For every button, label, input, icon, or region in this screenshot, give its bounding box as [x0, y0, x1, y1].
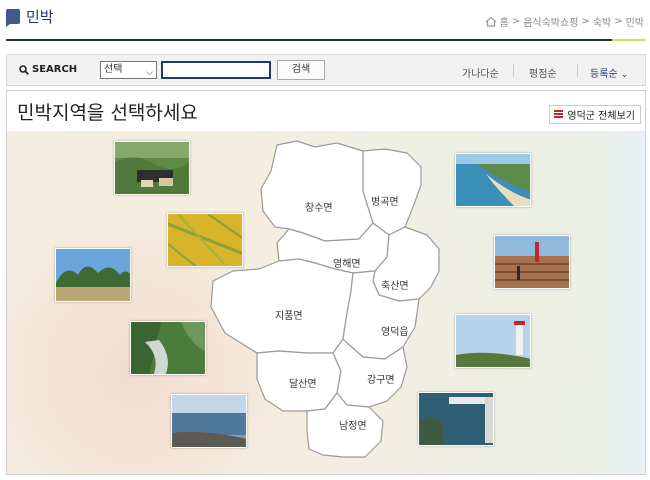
view-all-button[interactable]: 영덕군 전체보기 — [549, 105, 641, 124]
home-icon[interactable] — [485, 16, 497, 27]
sort-alphabetical[interactable]: 가나다순 — [462, 65, 499, 80]
sort-registered-label: 등록순 — [590, 69, 618, 80]
main-panel: 민박지역을 선택하세요 영덕군 전체보기 창수면 병곡면 영해면 축산면 지품면… — [6, 90, 646, 475]
sort-rating[interactable]: 평점순 — [529, 65, 557, 80]
sort-registered[interactable]: 등록순 ⌄ — [590, 65, 628, 80]
district-label-byeonggok[interactable]: 병곡면 — [371, 193, 399, 208]
header-divider-accent — [612, 39, 646, 41]
district-label-jipum[interactable]: 지품면 — [275, 307, 303, 322]
breadcrumb-item-lodging[interactable]: 숙박 — [593, 14, 611, 29]
search-label: SEARCH — [19, 64, 77, 75]
view-all-label: 영덕군 전체보기 — [567, 111, 635, 122]
list-icon — [554, 110, 564, 119]
chevron-down-icon: ⌄ — [620, 70, 629, 80]
district-map — [210, 140, 440, 458]
breadcrumb-item-food[interactable]: 음식숙박쇼핑 — [523, 14, 578, 29]
page-header: 민박 홈 > 음식숙박쇼핑 > 숙박 > 민박 — [0, 0, 650, 42]
district-label-changsu[interactable]: 창수면 — [305, 199, 333, 214]
chevron-down-icon: ⌵ — [146, 68, 153, 78]
breadcrumb-item-minbak[interactable]: 민박 — [626, 14, 644, 29]
search-icon — [19, 64, 29, 75]
sort-divider — [577, 64, 578, 77]
breadcrumb-separator: > — [581, 16, 590, 27]
header-divider — [6, 39, 646, 41]
title-wrap: 민박 — [6, 6, 54, 27]
sort-divider — [513, 64, 514, 77]
breadcrumb-item-home[interactable]: 홈 — [500, 14, 509, 29]
search-bar: SEARCH 선택 ⌵ 검색 가나다순 평점순 등록순 ⌄ — [6, 54, 646, 86]
breadcrumb-separator: > — [614, 16, 623, 27]
district-jipum[interactable] — [210, 258, 354, 354]
breadcrumb: 홈 > 음식숙박쇼핑 > 숙박 > 민박 — [485, 14, 644, 29]
district-label-chuksan[interactable]: 축산면 — [381, 277, 409, 292]
district-label-yeonghae[interactable]: 영해면 — [333, 255, 361, 270]
page-title: 민박 — [26, 8, 54, 26]
region-map-area: 창수면 병곡면 영해면 축산면 지품면 영덕읍 달산면 강구면 남정면 — [7, 131, 645, 474]
breadcrumb-separator: > — [511, 16, 521, 27]
district-label-ganggu[interactable]: 강구면 — [367, 371, 395, 386]
district-label-dalsan[interactable]: 달산면 — [289, 375, 317, 390]
search-select-value: 선택 — [104, 64, 123, 75]
search-button[interactable]: 검색 — [277, 60, 325, 80]
region-heading: 민박지역을 선택하세요 — [17, 102, 198, 124]
search-category-select[interactable]: 선택 ⌵ — [100, 61, 157, 79]
speech-bubble-icon — [6, 9, 20, 27]
search-input[interactable] — [161, 61, 271, 79]
search-label-text: SEARCH — [32, 64, 78, 75]
district-changsu[interactable] — [260, 140, 374, 242]
district-label-yeongdeok[interactable]: 영덕읍 — [381, 323, 409, 338]
district-label-namjeong[interactable]: 남정면 — [339, 417, 367, 432]
